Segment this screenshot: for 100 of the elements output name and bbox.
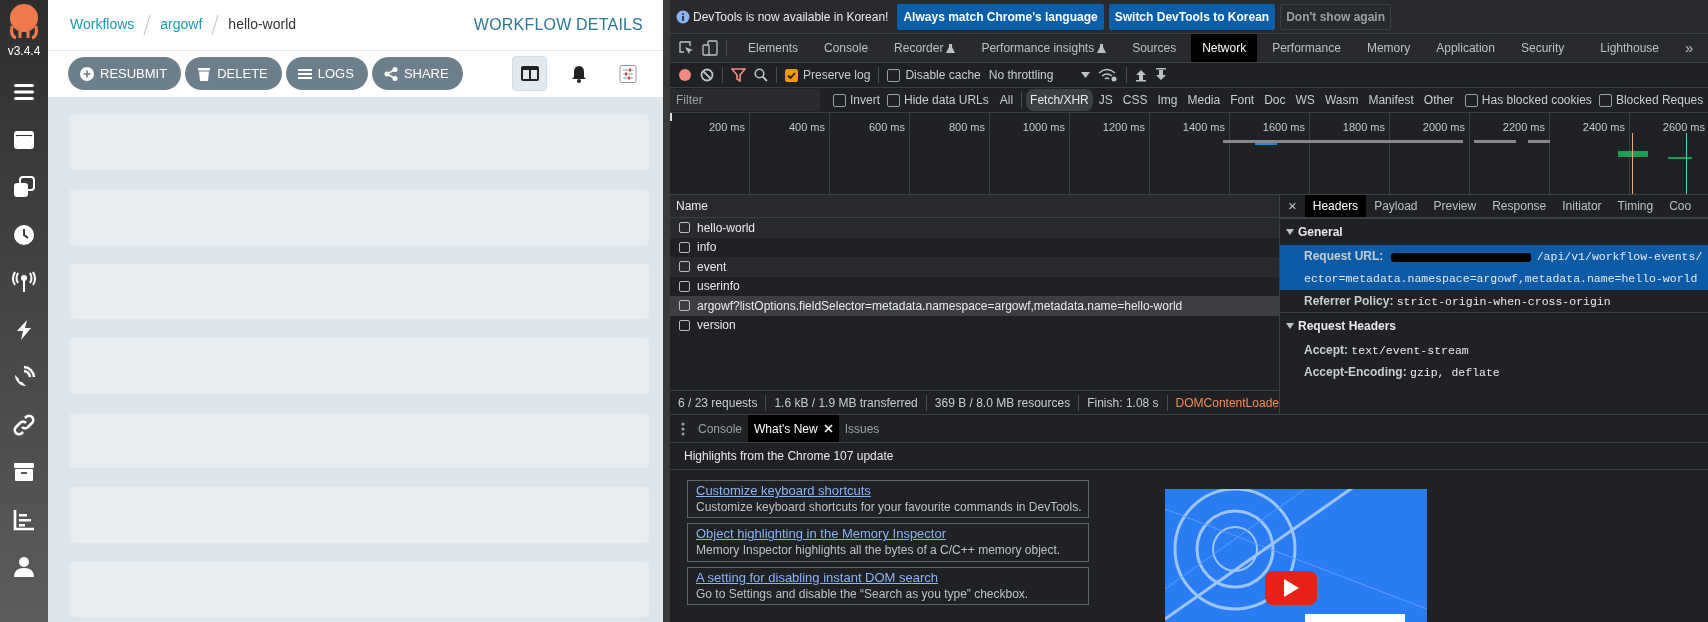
panel-tab[interactable]: Performance insights <box>970 34 1118 62</box>
filter-field[interactable]: Filter <box>670 89 820 111</box>
more-options-icon[interactable] <box>680 421 686 437</box>
inspect-icon[interactable] <box>678 40 694 56</box>
highlight-card[interactable]: Customize keyboard shortcuts Customize keyboard shortcuts for your favourite commands in DevTools. <box>687 480 1089 519</box>
windows-icon[interactable] <box>12 175 36 199</box>
details-tab[interactable]: Timing <box>1609 195 1662 217</box>
timeline-tick-label: 1800 ms <box>1342 121 1385 133</box>
type-filter[interactable]: CSS <box>1118 89 1152 111</box>
clear-icon[interactable] <box>700 68 714 82</box>
header-name: Request URL: <box>1304 249 1384 263</box>
request-row[interactable]: version <box>670 315 1279 335</box>
plus-icon <box>79 65 95 82</box>
page-title: WORKFLOW DETAILS <box>473 14 643 35</box>
flask-icon <box>946 42 956 54</box>
request-name: hello-world <box>697 219 756 237</box>
close-icon[interactable] <box>823 424 833 433</box>
header-row[interactable]: Referrer Policy: strict-origin-when-cross-origin <box>1280 289 1708 312</box>
link-icon[interactable] <box>12 412 36 437</box>
type-filter[interactable]: Media <box>1183 89 1225 111</box>
panel-tab[interactable]: Network <box>1191 34 1258 62</box>
type-filter[interactable]: Doc <box>1260 89 1290 111</box>
checkbox-label: Disable cache <box>905 67 981 84</box>
device-toolbar-icon[interactable] <box>702 40 718 56</box>
panel-tab[interactable]: Application <box>1425 34 1506 62</box>
drawer-tab[interactable]: Console <box>692 415 749 442</box>
more-tabs-button[interactable]: » <box>1674 34 1705 62</box>
resubmit-button[interactable]: RESUBMIT <box>68 57 182 91</box>
clock-icon[interactable] <box>12 222 36 247</box>
close-button[interactable]: × <box>1280 195 1305 217</box>
satellite-dish-icon[interactable] <box>12 365 36 389</box>
type-filter[interactable]: Fetch/XHR <box>1026 89 1093 111</box>
upload-icon[interactable] <box>1135 68 1148 82</box>
details-tab[interactable]: Coo <box>1661 195 1700 217</box>
panel-tab[interactable]: Recorder <box>883 34 967 62</box>
checkbox[interactable] <box>785 68 798 82</box>
split-view-button[interactable] <box>512 56 547 92</box>
throttling-dropdown[interactable]: No throttling <box>988 66 1091 84</box>
type-filter[interactable]: WS <box>1291 89 1319 111</box>
antenna-icon[interactable] <box>12 270 36 294</box>
checkbox[interactable] <box>1464 93 1478 107</box>
details-tab[interactable]: Preview <box>1425 195 1485 217</box>
request-row[interactable]: argowf?listOptions.fieldSelector=metadata.namespace=argowf,metadata.name=hello-world <box>670 296 1279 316</box>
timeline-tick-label: 1000 ms <box>1022 121 1065 133</box>
panel-tab[interactable]: Elements <box>737 34 810 62</box>
checkbox[interactable] <box>887 68 901 82</box>
summary-stat: 6 / 23 requests <box>678 394 758 412</box>
highlight-card[interactable]: Object highlighting in the Memory Inspector Memory Inspector highlights all the bytes of a C/C++ memory object. <box>687 523 1089 562</box>
timeline-tick-label: 800 ms <box>948 121 985 133</box>
drawer-tab[interactable]: Issues <box>838 415 886 442</box>
type-filter[interactable]: JS <box>1094 89 1117 111</box>
type-filter[interactable]: Manifest <box>1364 89 1418 111</box>
filter-icon[interactable] <box>731 68 746 82</box>
panel-tab[interactable]: Memory <box>1355 34 1422 62</box>
disclosure-triangle-icon <box>1286 228 1294 236</box>
delete-button[interactable]: DELETE <box>185 57 282 91</box>
panel-tab[interactable]: Sources <box>1121 34 1188 62</box>
bar-chart-icon[interactable] <box>12 507 36 532</box>
record-button[interactable] <box>678 68 692 82</box>
type-filter[interactable]: Font <box>1226 89 1259 111</box>
archive-icon[interactable] <box>12 460 36 484</box>
type-filter[interactable]: Other <box>1419 89 1458 111</box>
request-row[interactable]: userinfo <box>670 276 1279 296</box>
network-conditions-icon[interactable] <box>1098 68 1119 82</box>
checkbox[interactable] <box>1598 93 1612 107</box>
infobar-button[interactable]: Don't show again <box>1280 3 1392 30</box>
highlight-title[interactable]: Customize keyboard shortcuts <box>696 483 1080 500</box>
panel-tab[interactable]: Security <box>1509 34 1576 62</box>
request-row[interactable]: info <box>670 237 1279 257</box>
disclosure-triangle-icon <box>1286 321 1294 330</box>
details-tab[interactable]: Headers <box>1304 195 1367 217</box>
type-filter[interactable]: Img <box>1153 89 1182 111</box>
infobar-button[interactable]: Always match Chrome's language <box>897 3 1104 30</box>
logs-button[interactable]: LOGS <box>285 57 368 91</box>
panel-tab[interactable]: Console <box>813 34 880 62</box>
checkbox[interactable] <box>833 93 846 107</box>
section-header[interactable]: Request Headers <box>1280 311 1708 339</box>
download-icon[interactable] <box>1155 68 1168 82</box>
header-value: text/event-stream <box>1351 343 1469 357</box>
panel-tab[interactable]: Lighthouse <box>1589 34 1671 62</box>
infobar-button[interactable]: Switch DevTools to Korean <box>1108 3 1276 30</box>
details-tab[interactable]: Response <box>1484 195 1555 217</box>
details-tab[interactable]: Payload <box>1366 195 1426 217</box>
drawer-tab[interactable]: What's New <box>748 415 839 442</box>
type-filter[interactable]: All <box>995 89 1018 111</box>
column-header: Name <box>676 198 708 215</box>
highlight-title[interactable]: A setting for disabling instant DOM search <box>696 569 1080 587</box>
details-tab[interactable]: Initiator <box>1554 195 1610 217</box>
panel-tab[interactable]: Performance <box>1261 34 1352 62</box>
header-row[interactable]: Accept: text/event-stream <box>1280 338 1708 361</box>
search-icon[interactable] <box>754 68 768 82</box>
header-row[interactable]: Accept-Encoding: gzip, deflate <box>1280 361 1708 384</box>
type-filter[interactable]: Wasm <box>1320 89 1363 111</box>
checkbox[interactable] <box>887 93 900 107</box>
highlight-title[interactable]: Object highlighting in the Memory Inspector <box>696 526 1080 544</box>
user-icon[interactable] <box>12 555 36 579</box>
request-row[interactable]: hello-world <box>670 218 1279 238</box>
share-button[interactable]: SHARE <box>371 57 463 91</box>
highlight-card[interactable]: A setting for disabling instant DOM search Go to Settings and disable the “Search as you type” checkbox. <box>687 566 1089 606</box>
request-row[interactable]: event <box>670 257 1279 277</box>
